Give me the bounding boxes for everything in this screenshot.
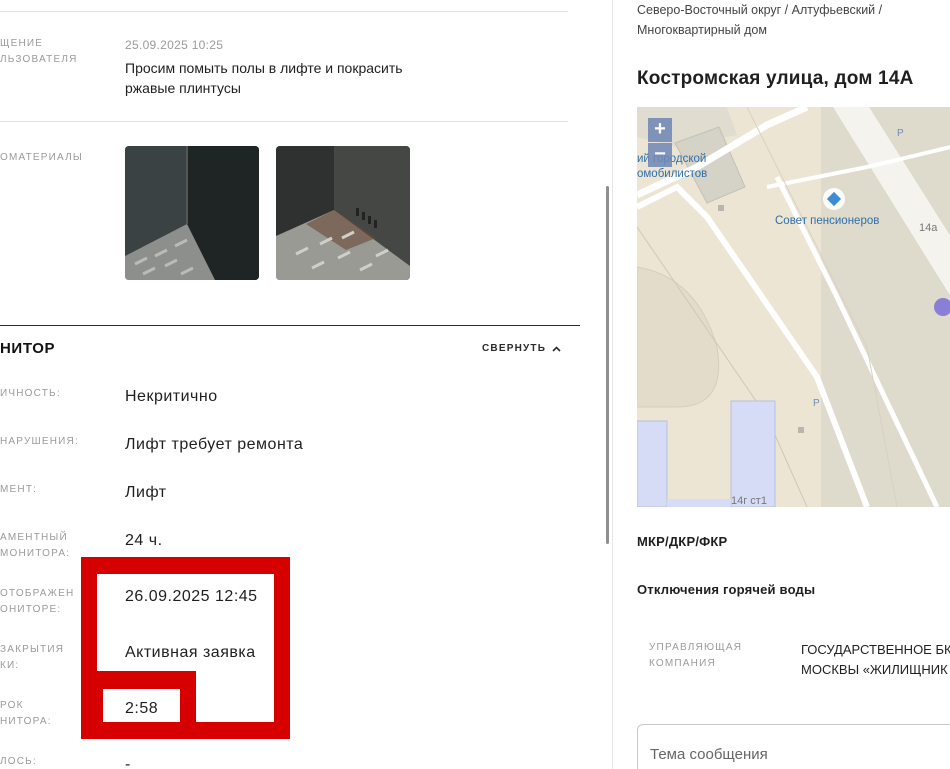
breadcrumb[interactable]: Северо-Восточный округ / Алтуфьевский / … bbox=[637, 0, 882, 40]
collapse-button[interactable]: СВЕРНУТЬ bbox=[482, 343, 561, 354]
request-details-panel: ЩЕНИЕ ЛЬЗОВАТЕЛЯ 25.09.2025 10:25 Просим… bbox=[0, 0, 612, 769]
section-divider bbox=[0, 325, 580, 326]
hot-water-heading: Отключения горячей воды bbox=[637, 582, 816, 597]
monitor-section-title: НИТОР bbox=[0, 340, 56, 357]
field-value-display-date: 26.09.2025 12:45 bbox=[125, 588, 258, 605]
field-label-closing-date: ЗАКРЫТИЯ КИ: bbox=[0, 644, 65, 671]
field-label-remaining: ЛОСЬ: bbox=[0, 756, 37, 767]
field-value-regulatory-period: 24 ч. bbox=[125, 532, 163, 549]
elevator-corner-photo bbox=[276, 146, 410, 280]
divider bbox=[0, 121, 568, 122]
zoom-out-button[interactable]: − bbox=[648, 143, 672, 167]
svg-text:14г ст1: 14г ст1 bbox=[731, 495, 767, 507]
address-title: Костромская улица, дом 14А bbox=[637, 68, 914, 89]
elevator-floor-photo bbox=[125, 146, 259, 280]
repairs-heading: МКР/ДКР/ФКР bbox=[637, 534, 728, 549]
svg-text:P: P bbox=[813, 398, 820, 409]
svg-text:омобилистов: омобилистов bbox=[637, 168, 707, 180]
svg-text:P: P bbox=[897, 128, 904, 139]
management-company-value: ГОСУДАРСТВЕННОЕ БК МОСКВЫ «ЖИЛИЩНИК bbox=[801, 642, 950, 677]
field-label-regulatory-period: АМЕНТНЫЙ МОНИТОРА: bbox=[0, 532, 71, 559]
message-subject-input[interactable] bbox=[637, 724, 950, 769]
field-label-violation: НАРУШЕНИЯ: bbox=[0, 436, 79, 447]
field-value-element: Лифт bbox=[125, 484, 167, 501]
divider bbox=[0, 11, 568, 12]
chevron-up-icon bbox=[552, 345, 561, 352]
zoom-in-button[interactable]: + bbox=[648, 118, 672, 142]
message-text: Просим помыть полы в лифте и покрасить р… bbox=[125, 60, 403, 96]
collapse-label: СВЕРНУТЬ bbox=[482, 343, 547, 354]
scrollbar-thumb[interactable] bbox=[606, 186, 609, 544]
map-view[interactable]: Совет пенсионеров ий городской омобилист… bbox=[637, 107, 950, 507]
photo-thumbnail-1[interactable] bbox=[125, 146, 259, 280]
message-label: ЩЕНИЕ ЛЬЗОВАТЕЛЯ bbox=[0, 38, 78, 65]
field-value-criticality: Некритично bbox=[125, 388, 218, 405]
field-value-closing-date: Активная заявка bbox=[125, 644, 256, 661]
field-value-violation: Лифт требует ремонта bbox=[125, 436, 304, 453]
management-company-label: УПРАВЛЯЮЩАЯ КОМПАНИЯ bbox=[649, 642, 743, 669]
field-value-monitor-deadline: 2:58 bbox=[125, 700, 159, 717]
photo-thumbnail-2[interactable] bbox=[276, 146, 410, 280]
map-canvas: Совет пенсионеров ий городской омобилист… bbox=[637, 107, 950, 507]
svg-text:14а: 14а bbox=[919, 222, 938, 234]
field-label-monitor-deadline: РОК НИТОРА: bbox=[0, 700, 52, 727]
photos-label: ОМАТЕРИАЛЫ bbox=[0, 152, 83, 163]
field-value-remaining: - bbox=[125, 756, 131, 769]
field-label-element: МЕНТ: bbox=[0, 484, 38, 495]
field-label-display-date: ОТОБРАЖЕН ОНИТОРЕ: bbox=[0, 588, 75, 615]
map-label-council: Совет пенсионеров bbox=[775, 215, 879, 227]
message-date: 25.09.2025 10:25 bbox=[125, 38, 224, 52]
field-label-criticality: ИЧНОСТЬ: bbox=[0, 388, 61, 399]
building-sidebar: Северо-Восточный округ / Алтуфьевский / … bbox=[612, 0, 950, 769]
